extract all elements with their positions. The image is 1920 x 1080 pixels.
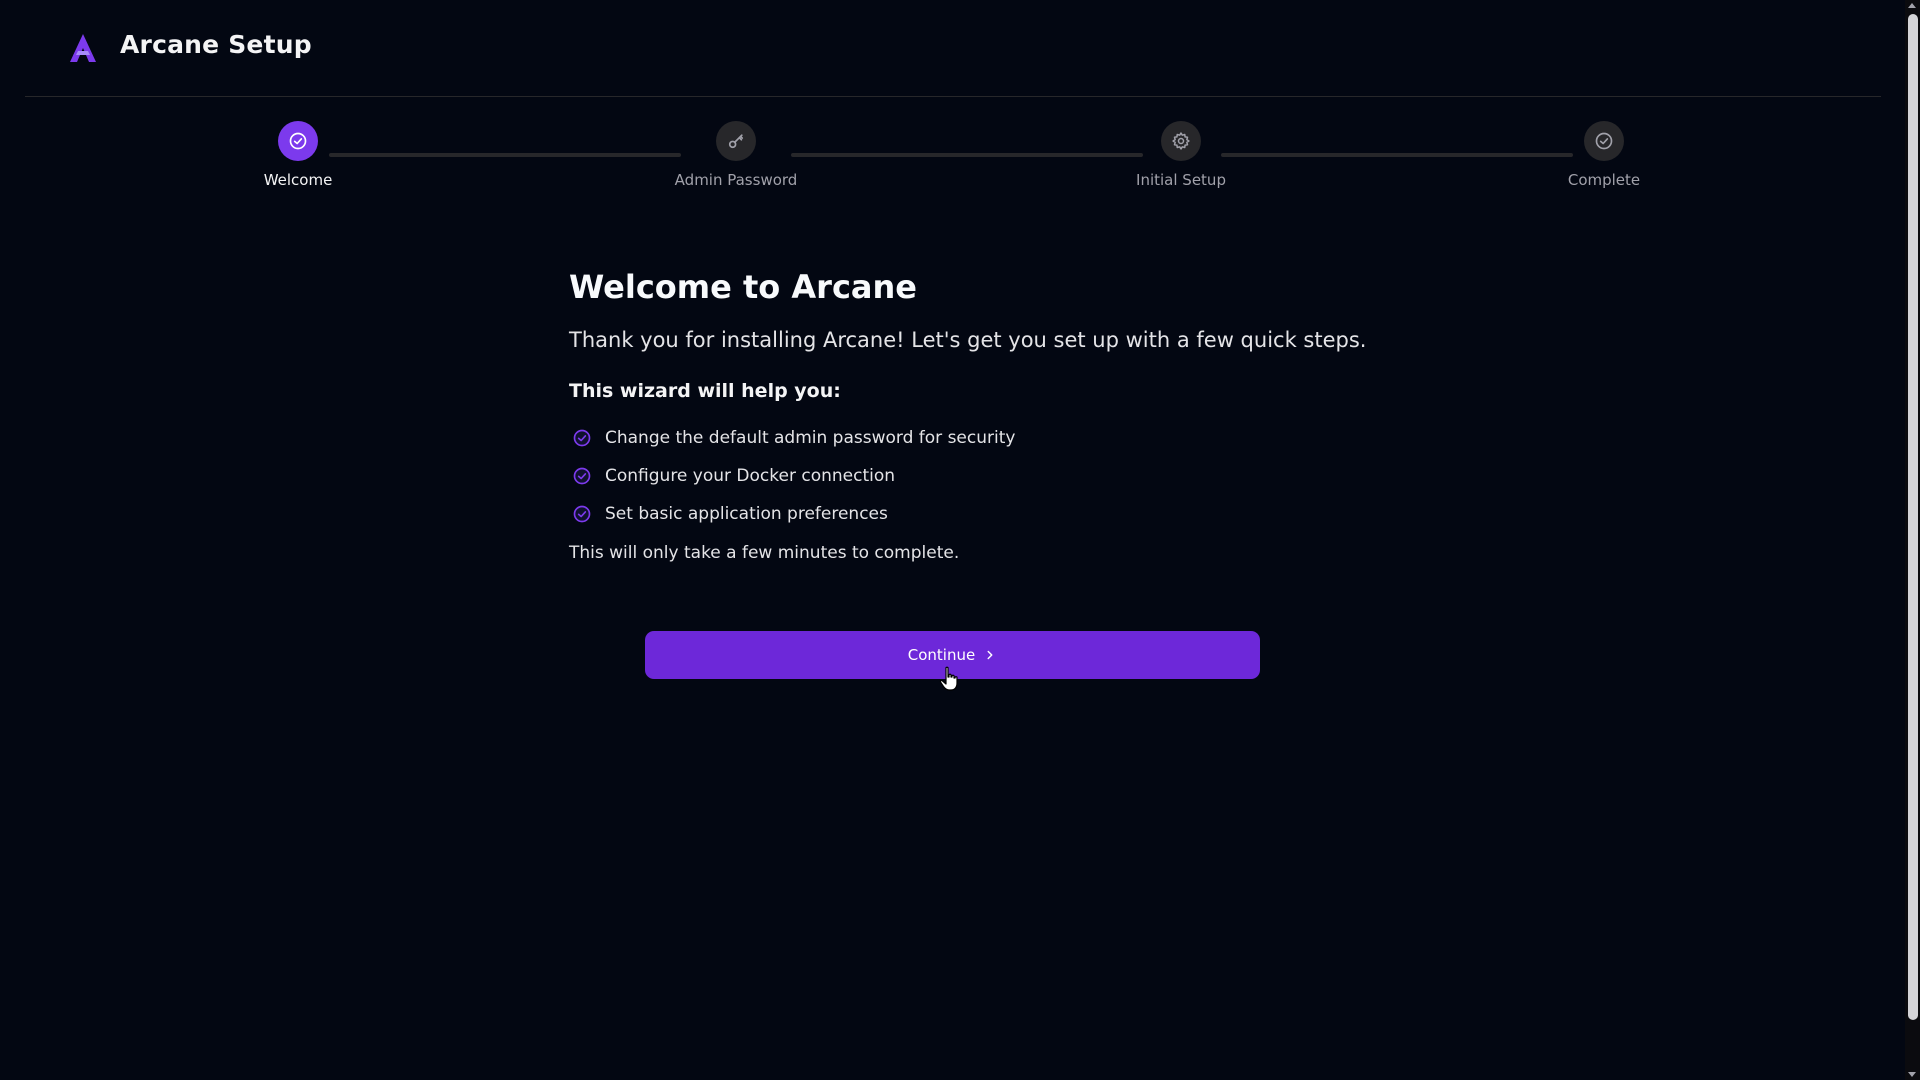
chevron-right-icon	[987, 650, 993, 660]
step-label: Admin Password	[674, 171, 798, 189]
step-label: Welcome	[263, 171, 333, 189]
list-item-text: Configure your Docker connection	[605, 466, 896, 486]
check-circle-icon	[1595, 132, 1613, 150]
vertical-scrollbar[interactable]	[1905, 0, 1920, 1080]
page-title: Welcome to Arcane	[569, 268, 917, 306]
continue-button-label: Continue	[907, 646, 976, 664]
list-item-text: Change the default admin password for se…	[605, 428, 1016, 448]
step-welcome-circle	[278, 121, 318, 161]
list-item: Change the default admin password for se…	[569, 419, 1369, 457]
note-text: This will only take a few minutes to com…	[569, 543, 960, 563]
step-label: Complete	[1567, 171, 1641, 189]
check-circle-icon	[289, 132, 307, 150]
gear-icon	[1172, 132, 1190, 150]
feature-list: Change the default admin password for se…	[569, 419, 1369, 533]
wizard-heading: This wizard will help you:	[569, 380, 841, 402]
app-title: Arcane Setup	[120, 30, 312, 59]
setup-page: Arcane Setup Welcome Admin Password Init…	[0, 0, 1920, 1080]
step-initial-setup-circle	[1161, 121, 1201, 161]
hand-cursor-icon	[939, 666, 958, 691]
check-circle-icon	[573, 505, 591, 523]
scroll-down-arrow-icon[interactable]	[1908, 1072, 1916, 1077]
arcane-logo-icon	[70, 34, 96, 62]
list-item: Configure your Docker connection	[569, 457, 1369, 495]
step-initial-setup: Initial Setup	[1081, 121, 1281, 189]
list-item-text: Set basic application preferences	[605, 504, 888, 524]
scroll-up-arrow-icon[interactable]	[1908, 3, 1916, 8]
step-label: Initial Setup	[1136, 171, 1226, 189]
check-circle-icon	[573, 467, 591, 485]
step-welcome: Welcome	[198, 121, 398, 189]
list-item: Set basic application preferences	[569, 495, 1369, 533]
check-circle-icon	[573, 429, 591, 447]
step-complete: Complete	[1504, 121, 1704, 189]
intro-text: Thank you for installing Arcane! Let's g…	[569, 328, 1367, 352]
welcome-content: Welcome to Arcane Thank you for installi…	[569, 266, 1369, 563]
step-admin-password: Admin Password	[636, 121, 836, 189]
app-header: Arcane Setup	[25, 0, 1881, 97]
scrollbar-thumb[interactable]	[1908, 14, 1918, 1020]
step-complete-circle	[1584, 121, 1624, 161]
key-icon	[728, 134, 744, 149]
step-admin-password-circle	[716, 121, 756, 161]
